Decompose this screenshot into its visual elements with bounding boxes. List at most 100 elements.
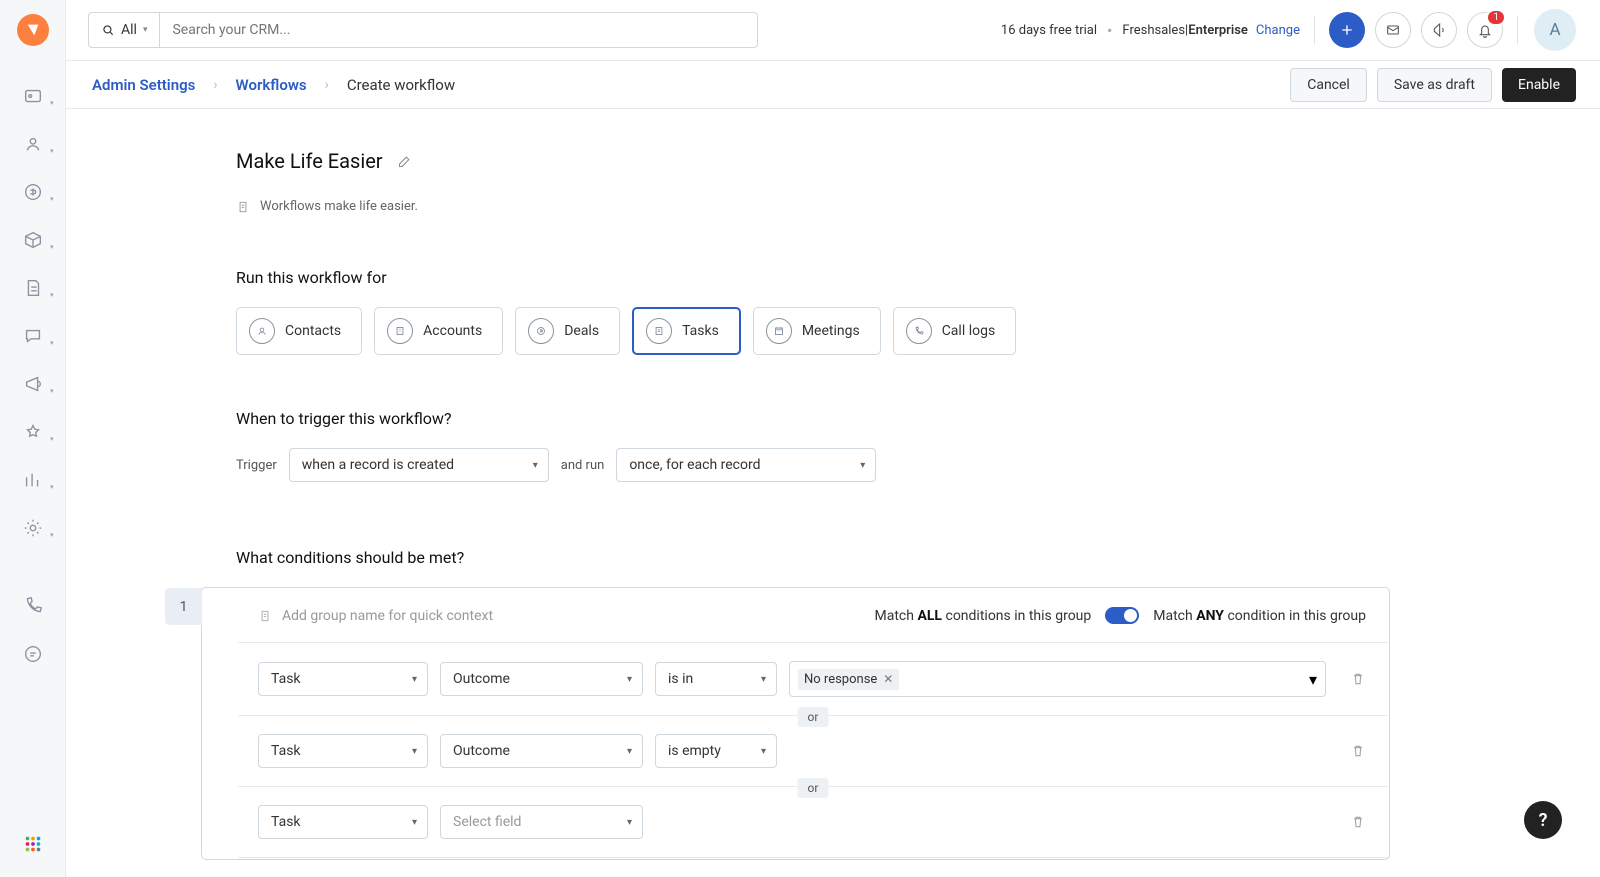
nav-documents[interactable]: ▾ — [19, 274, 47, 302]
record-type-meetings[interactable]: Meetings — [753, 307, 881, 355]
chevron-down-icon: ▾ — [627, 674, 632, 685]
workflow-title: Make Life Easier — [236, 149, 383, 173]
nav-contacts[interactable]: ▾ — [19, 130, 47, 158]
chevron-down-icon: ▾ — [412, 746, 417, 757]
match-any-label: Match ANY condition in this group — [1153, 608, 1366, 624]
workflow-title-row: Make Life Easier — [236, 149, 412, 173]
record-type-deals[interactable]: Deals — [515, 307, 620, 355]
cancel-button[interactable]: Cancel — [1290, 68, 1367, 102]
delete-condition-icon[interactable] — [1350, 814, 1366, 830]
chevron-down-icon: ▾ — [412, 817, 417, 828]
mail-button[interactable] — [1375, 12, 1411, 48]
match-toggle[interactable] — [1105, 607, 1139, 624]
left-nav-rail: ▾ ▾ ▾ ▾ ▾ ▾ ▾ ▾ ▾ ▾ — [0, 0, 66, 877]
section-conditions: What conditions should be met? — [236, 548, 1390, 567]
change-plan-link[interactable]: Change — [1256, 23, 1300, 38]
trigger-row: Trigger when a record is created▾ and ru… — [236, 448, 1390, 482]
chevron-down-icon: ▾ — [143, 25, 148, 35]
and-run-label: and run — [561, 458, 605, 473]
nav-chat[interactable]: ▾ — [19, 322, 47, 350]
group-number: 1 — [165, 588, 202, 625]
search-input[interactable] — [160, 12, 758, 48]
section-run-for: Run this workflow for — [236, 268, 1390, 287]
or-connector: or — [798, 707, 829, 727]
divider — [1517, 16, 1518, 44]
condition-operator-select[interactable]: is empty▾ — [655, 734, 777, 768]
run-mode-select[interactable]: once, for each record▾ — [616, 448, 876, 482]
condition-row: Task▾ Outcome▾ is in▾ No response✕ ▾ or — [238, 642, 1388, 715]
nav-products[interactable]: ▾ — [19, 226, 47, 254]
record-type-tasks[interactable]: Tasks — [632, 307, 741, 355]
condition-group: 1 Add group name for quick context Match… — [201, 587, 1390, 860]
breadcrumb-current: Create workflow — [347, 76, 455, 94]
enable-button[interactable]: Enable — [1502, 68, 1576, 102]
value-tag: No response✕ — [798, 669, 899, 690]
record-type-contacts[interactable]: Contacts — [236, 307, 362, 355]
chevron-down-icon: ▾ — [860, 460, 865, 471]
condition-field-select[interactable]: Outcome▾ — [440, 734, 643, 768]
main-scroll[interactable]: Make Life Easier Workflows make life eas… — [66, 109, 1584, 877]
nav-conversations[interactable] — [19, 640, 47, 668]
product-name: Freshsales — [1122, 23, 1185, 38]
save-draft-button[interactable]: Save as draft — [1377, 68, 1492, 102]
record-type-accounts[interactable]: Accounts — [374, 307, 503, 355]
chevron-down-icon: ▾ — [533, 460, 538, 471]
delete-condition-icon[interactable] — [1350, 671, 1366, 687]
content: Make Life Easier Workflows make life eas… — [236, 109, 1390, 877]
note-icon — [258, 609, 272, 623]
condition-field-select[interactable]: Outcome▾ — [440, 662, 643, 696]
topbar: All ▾ 16 days free trial • Freshsales | … — [66, 0, 1600, 61]
breadcrumb-workflows[interactable]: Workflows — [236, 76, 307, 94]
notifications-button[interactable]: 1 — [1467, 12, 1503, 48]
nav-phone[interactable] — [19, 592, 47, 620]
chevron-down-icon: ▾ — [627, 817, 632, 828]
separator-dot: • — [1107, 21, 1112, 40]
chevron-down-icon: ▾ — [1309, 670, 1317, 689]
plan-name: Enterprise — [1188, 23, 1248, 38]
apps-grid-icon[interactable] — [22, 833, 44, 855]
search-icon — [101, 23, 115, 37]
chevron-down-icon: ▾ — [761, 746, 766, 757]
nav-automation[interactable]: ▾ — [19, 418, 47, 446]
condition-value-input[interactable]: No response✕ ▾ — [789, 661, 1326, 697]
search-scope-dropdown[interactable]: All ▾ — [88, 12, 160, 48]
condition-operator-select[interactable]: is in▾ — [655, 662, 777, 696]
trial-text: 16 days free trial — [1001, 23, 1097, 38]
divider — [1314, 16, 1315, 44]
nav-campaigns[interactable]: ▾ — [19, 370, 47, 398]
nav-dashboard[interactable]: ▾ — [19, 82, 47, 110]
app-logo[interactable] — [17, 14, 49, 46]
condition-record-select[interactable]: Task▾ — [258, 805, 428, 839]
edit-title-icon[interactable] — [397, 154, 412, 169]
record-type-call-logs[interactable]: Call logs — [893, 307, 1016, 355]
quick-add-button[interactable] — [1329, 12, 1365, 48]
announcement-button[interactable] — [1421, 12, 1457, 48]
breadcrumb-sep: › — [213, 77, 217, 93]
trigger-event-select[interactable]: when a record is created▾ — [289, 448, 549, 482]
chevron-down-icon: ▾ — [761, 674, 766, 685]
nav-deals[interactable]: ▾ — [19, 178, 47, 206]
workflow-description-row: Workflows make life easier. — [236, 199, 1390, 214]
match-all-label: Match ALL conditions in this group — [875, 608, 1092, 624]
condition-record-select[interactable]: Task▾ — [258, 734, 428, 768]
condition-record-select[interactable]: Task▾ — [258, 662, 428, 696]
condition-field-select[interactable]: Select field▾ — [440, 805, 643, 839]
search-scope-label: All — [121, 22, 137, 38]
section-when-trigger: When to trigger this workflow? — [236, 409, 1390, 428]
or-connector: or — [798, 778, 829, 798]
nav-settings[interactable]: ▾ — [19, 514, 47, 542]
chevron-down-icon: ▾ — [412, 674, 417, 685]
help-button[interactable]: ? — [1524, 801, 1562, 839]
breadcrumb-admin-settings[interactable]: Admin Settings — [92, 76, 195, 94]
remove-tag-icon[interactable]: ✕ — [883, 672, 893, 686]
group-header: Add group name for quick context Match A… — [238, 589, 1388, 642]
notification-badge: 1 — [1486, 9, 1506, 26]
delete-condition-icon[interactable] — [1350, 743, 1366, 759]
workflow-description: Workflows make life easier. — [260, 199, 418, 214]
group-name-input[interactable]: Add group name for quick context — [258, 608, 875, 624]
chevron-down-icon: ▾ — [627, 746, 632, 757]
user-avatar[interactable]: A — [1534, 9, 1576, 51]
trigger-label: Trigger — [236, 458, 277, 473]
breadcrumb-sep: › — [325, 77, 329, 93]
nav-reports[interactable]: ▾ — [19, 466, 47, 494]
